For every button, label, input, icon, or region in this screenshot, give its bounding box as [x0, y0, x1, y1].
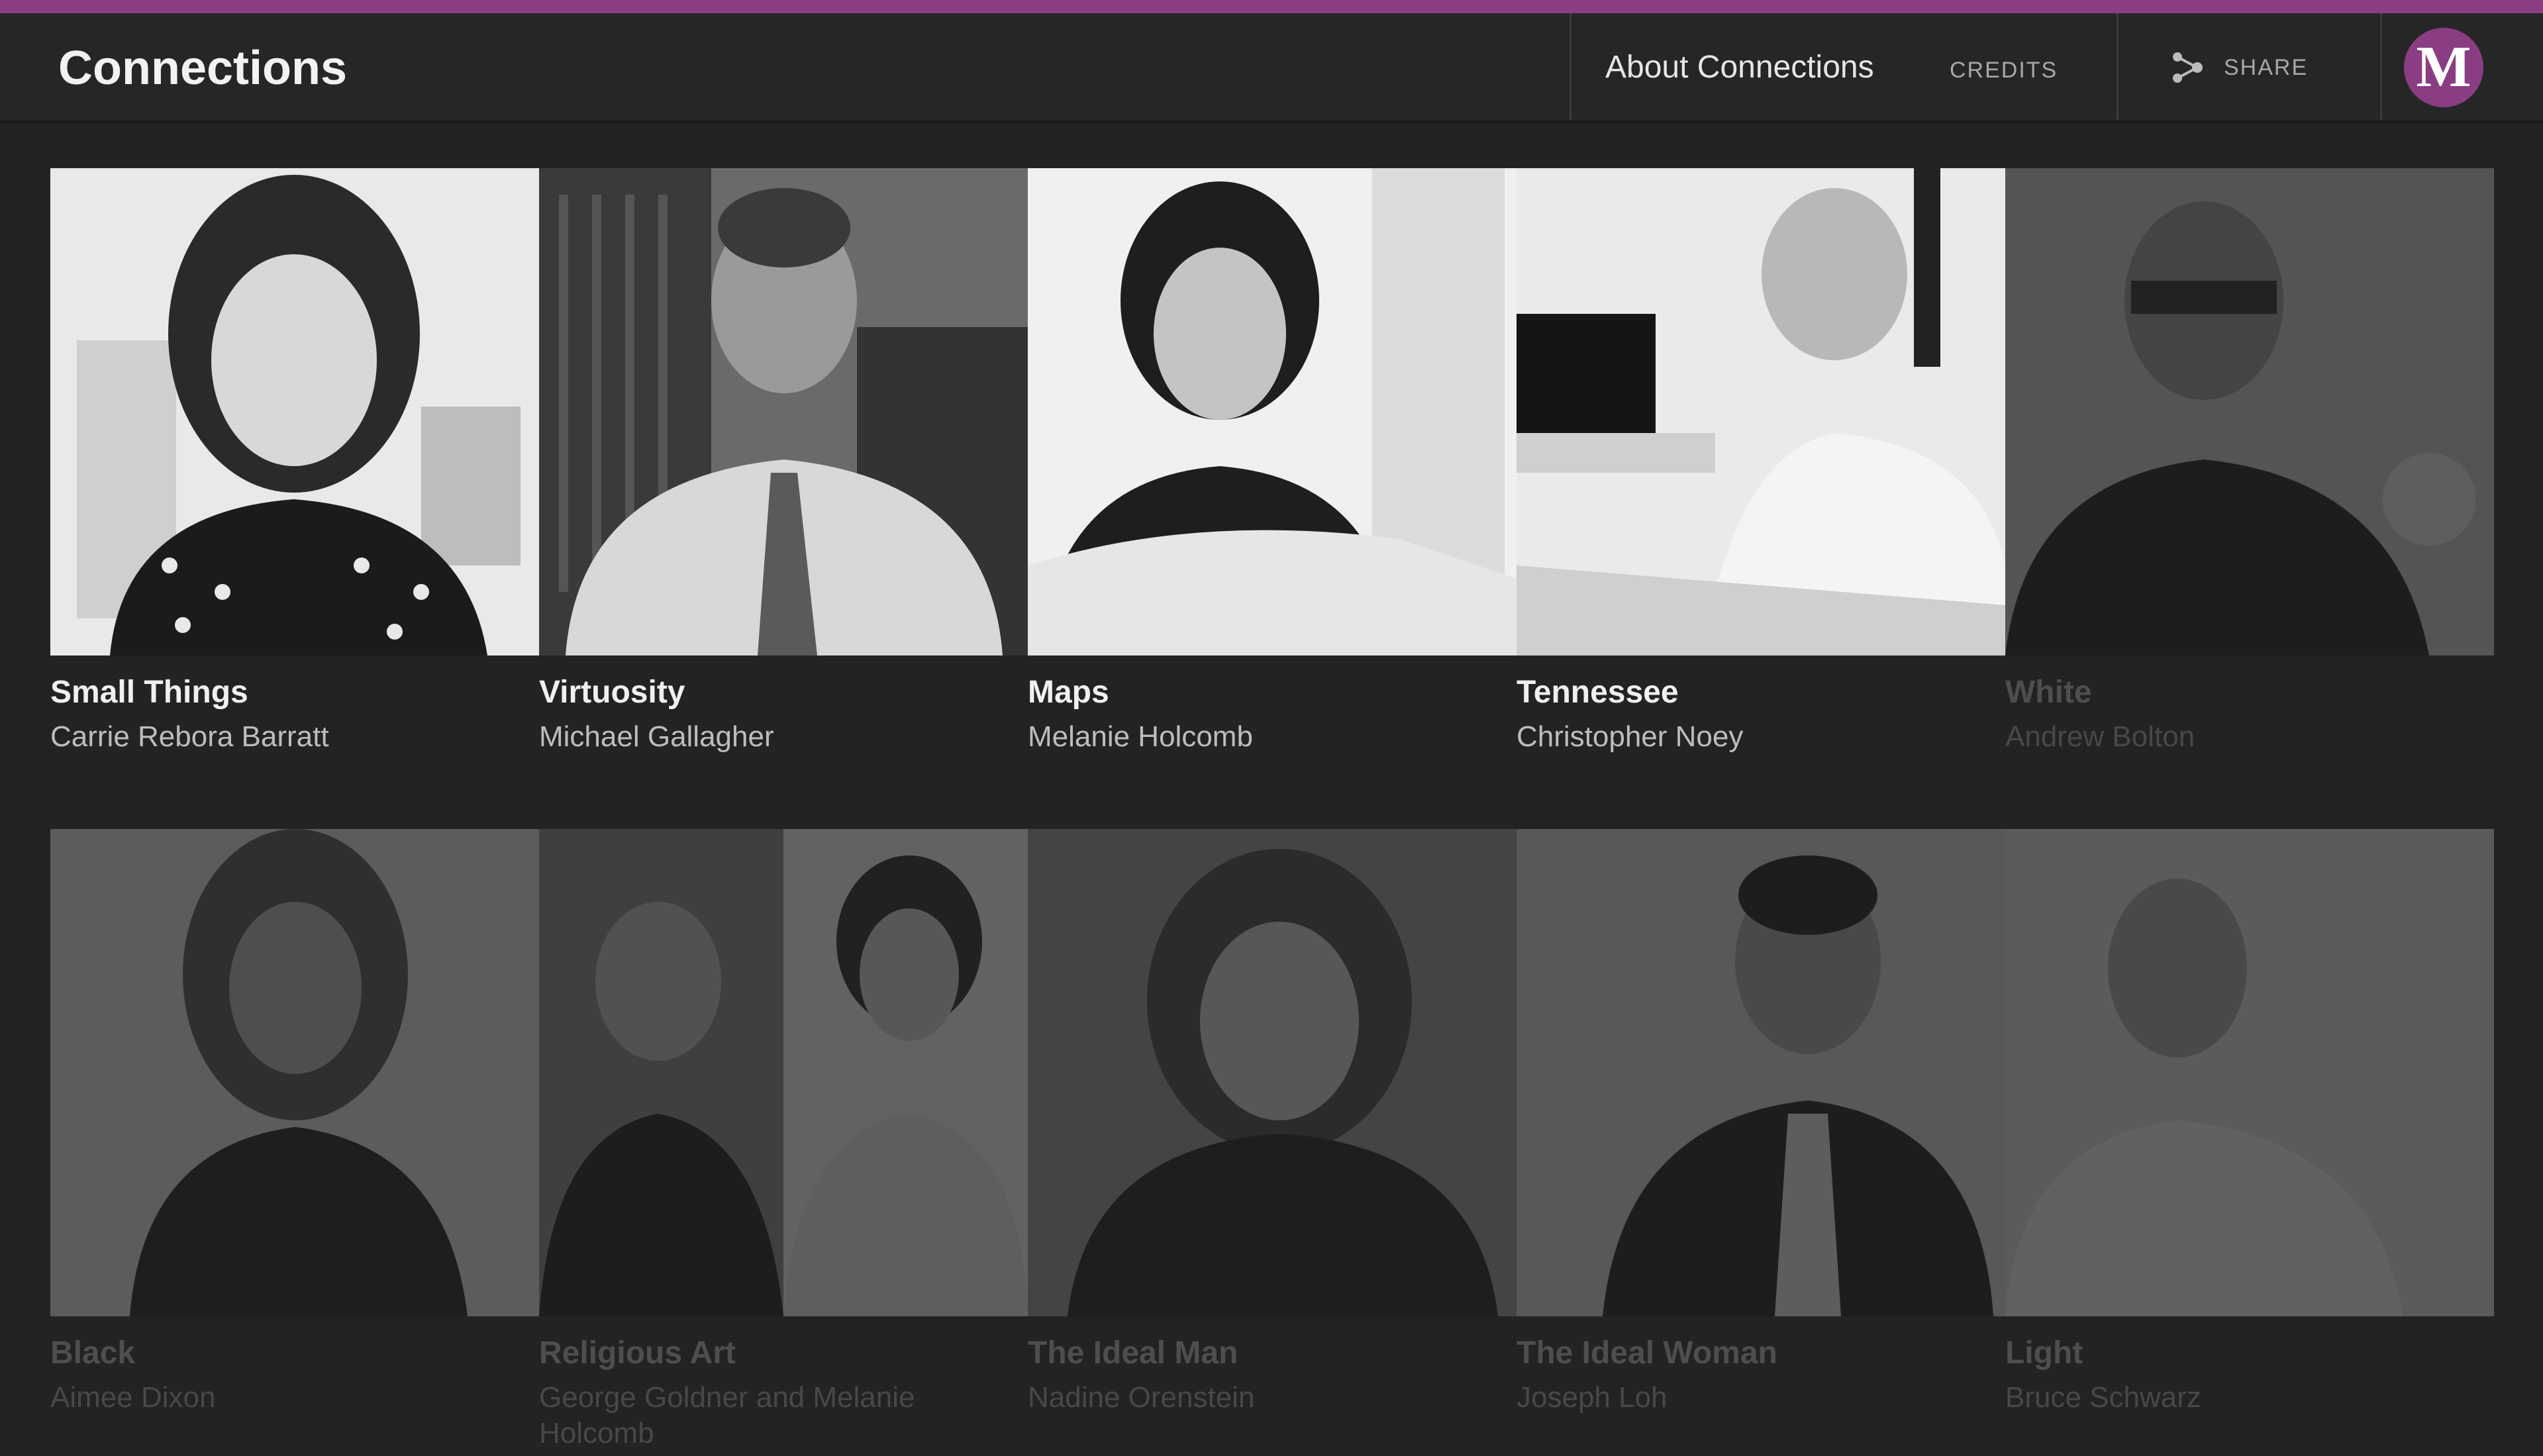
site-title[interactable]: Connections [58, 38, 347, 98]
episode-author: Bruce Schwarz [2005, 1381, 2201, 1414]
episode-photo [1028, 829, 1517, 1316]
episode-author: Nadine Orenstein [1028, 1381, 1255, 1414]
episode-photo [539, 829, 1028, 1316]
episode-title: Tennessee [1517, 675, 1679, 710]
episode-photo [2005, 168, 2494, 655]
credits-link[interactable]: CREDITS [1950, 56, 2058, 85]
header-divider [2117, 13, 2119, 121]
share-button[interactable]: SHARE [2169, 48, 2308, 87]
episode-photo [50, 168, 539, 655]
logo-letter: M [2416, 35, 2471, 99]
about-connections-link[interactable]: About Connections [1605, 48, 1874, 87]
episode-title: The Ideal Man [1028, 1335, 1238, 1371]
episode-photo [50, 829, 539, 1316]
episode-photo [1517, 829, 2005, 1316]
episode-photo [2005, 829, 2494, 1316]
episode-title: Black [50, 1335, 136, 1371]
episode-photo [1517, 168, 2005, 655]
episode-author: Christopher Noey [1517, 720, 1744, 753]
episode-author: Michael Gallagher [539, 720, 774, 753]
episode-title: Small Things [50, 675, 248, 710]
episode-title: Virtuosity [539, 675, 685, 710]
episode-title: White [2005, 675, 2092, 710]
episode-author: Melanie Holcomb [1028, 720, 1253, 753]
episode-photo [539, 168, 1028, 655]
header-divider [2380, 13, 2382, 121]
share-icon [2173, 52, 2203, 83]
episode-title: Religious Art [539, 1335, 736, 1371]
episode-title: Light [2005, 1335, 2083, 1371]
episode-title: Maps [1028, 675, 1109, 710]
episode-author: Andrew Bolton [2005, 720, 2195, 753]
museum-logo[interactable]: M [2404, 28, 2483, 107]
episode-author: Joseph Loh [1517, 1381, 1668, 1414]
episode-photo [1028, 168, 1517, 655]
episode-author: George Goldner and Melanie Holcomb [539, 1381, 915, 1449]
episode-author: Carrie Rebora Barratt [50, 720, 329, 753]
accent-top-bar [0, 0, 2543, 13]
episode-author: Aimee Dixon [50, 1381, 216, 1414]
episode-title: The Ideal Woman [1517, 1335, 1777, 1371]
site-header: Connections About Connections CREDITS SH… [0, 13, 2543, 123]
header-divider [1570, 13, 1571, 121]
share-label: SHARE [2224, 54, 2309, 80]
